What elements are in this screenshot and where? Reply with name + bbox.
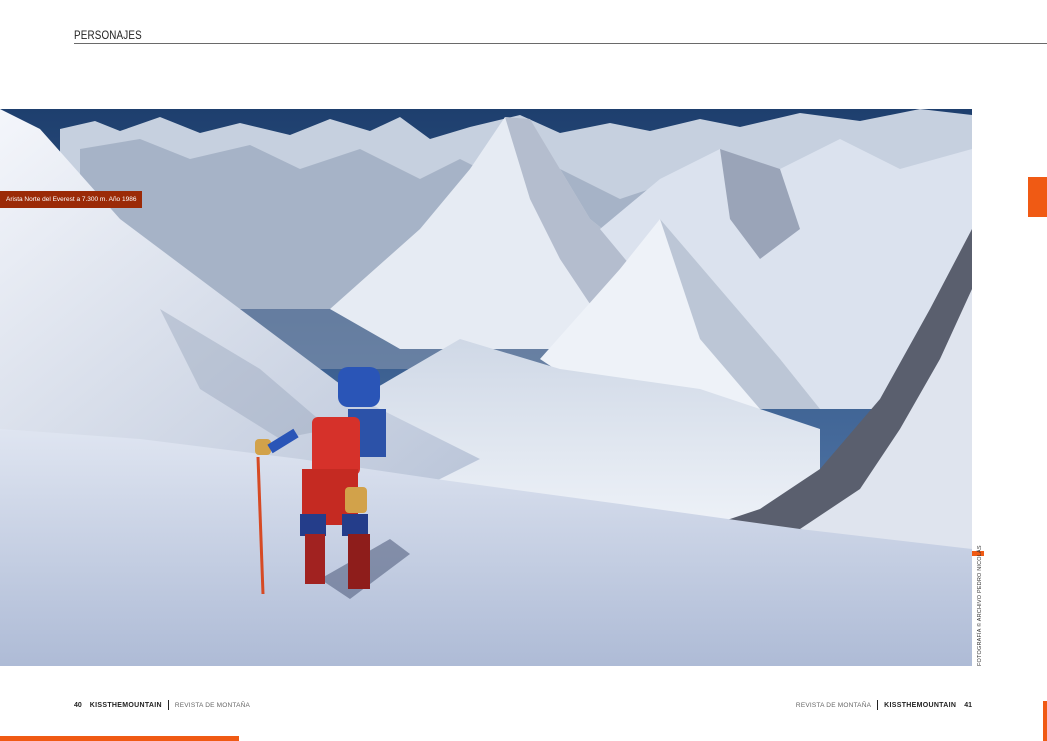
page-number-left: 40 (74, 701, 82, 709)
footer-divider-right (877, 700, 879, 710)
bottom-accent-bar (0, 736, 239, 741)
subtitle-left: REVISTA DE MONTAÑA (174, 701, 251, 709)
page-number-right: 41 (964, 701, 972, 709)
footer-divider-left (167, 700, 169, 710)
accent-tab (1028, 177, 1047, 217)
photo-caption: Arista Norte del Everest a 7.300 m. Año … (0, 191, 142, 208)
brand-name-right: KISSTHEMOUNTAIN (884, 701, 957, 709)
photo-credit: FOTOGRAFÍA © ARCHIVO PEDRO NICOLÁS (977, 545, 983, 666)
right-edge-accent (1043, 701, 1047, 741)
hero-photo (0, 109, 972, 666)
footer-right: REVISTA DE MONTAÑA KISSTHEMOUNTAIN 41 (796, 700, 972, 710)
subtitle-right: REVISTA DE MONTAÑA (795, 701, 872, 709)
brand-name-left: KISSTHEMOUNTAIN (89, 701, 162, 709)
section-title: PERSONAJES (74, 28, 142, 42)
header-rule (74, 43, 1047, 44)
footer-left: 40 KISSTHEMOUNTAIN REVISTA DE MONTAÑA (74, 700, 250, 710)
